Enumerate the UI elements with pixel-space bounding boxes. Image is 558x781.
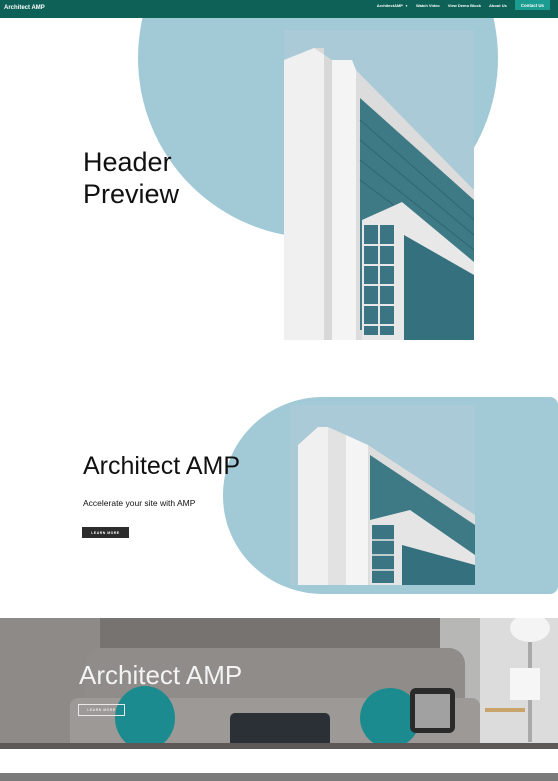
- nav-link-view-demo-block[interactable]: View Demo Block: [448, 3, 481, 8]
- architect-amp-section: Architect AMP Accelerate your site with …: [0, 397, 558, 595]
- chevron-down-icon: ▼: [404, 3, 408, 8]
- learn-more-button[interactable]: LEARN MORE: [82, 527, 129, 538]
- building-image: [284, 30, 474, 340]
- next-section-strip: [0, 773, 558, 781]
- learn-more-outline-button[interactable]: LEARN MORE: [78, 704, 125, 716]
- contact-us-button[interactable]: Contact Us: [514, 0, 550, 10]
- section-title: Architect AMP: [83, 452, 240, 480]
- nav-links: ArchitectAMP ▼ Watch Video View Demo Bloc…: [377, 0, 550, 10]
- building-image: [290, 405, 475, 585]
- top-navbar: Architect AMP ArchitectAMP ▼ Watch Video …: [0, 0, 558, 18]
- section-subtitle: Accelerate your site with AMP: [83, 498, 196, 508]
- brand-logo[interactable]: Architect AMP: [4, 2, 45, 14]
- nav-link-watch-video[interactable]: Watch Video: [416, 3, 440, 8]
- header-preview-title: Header Preview: [83, 147, 180, 209]
- nav-link-architectamp[interactable]: ArchitectAMP ▼: [377, 3, 408, 8]
- hero-title: Architect AMP: [79, 660, 243, 690]
- nav-link-about-us[interactable]: About Us: [489, 3, 507, 8]
- header-preview-section: Header Preview: [0, 18, 558, 388]
- architect-amp-hero-section: Architect AMP LEARN MORE: [0, 618, 558, 749]
